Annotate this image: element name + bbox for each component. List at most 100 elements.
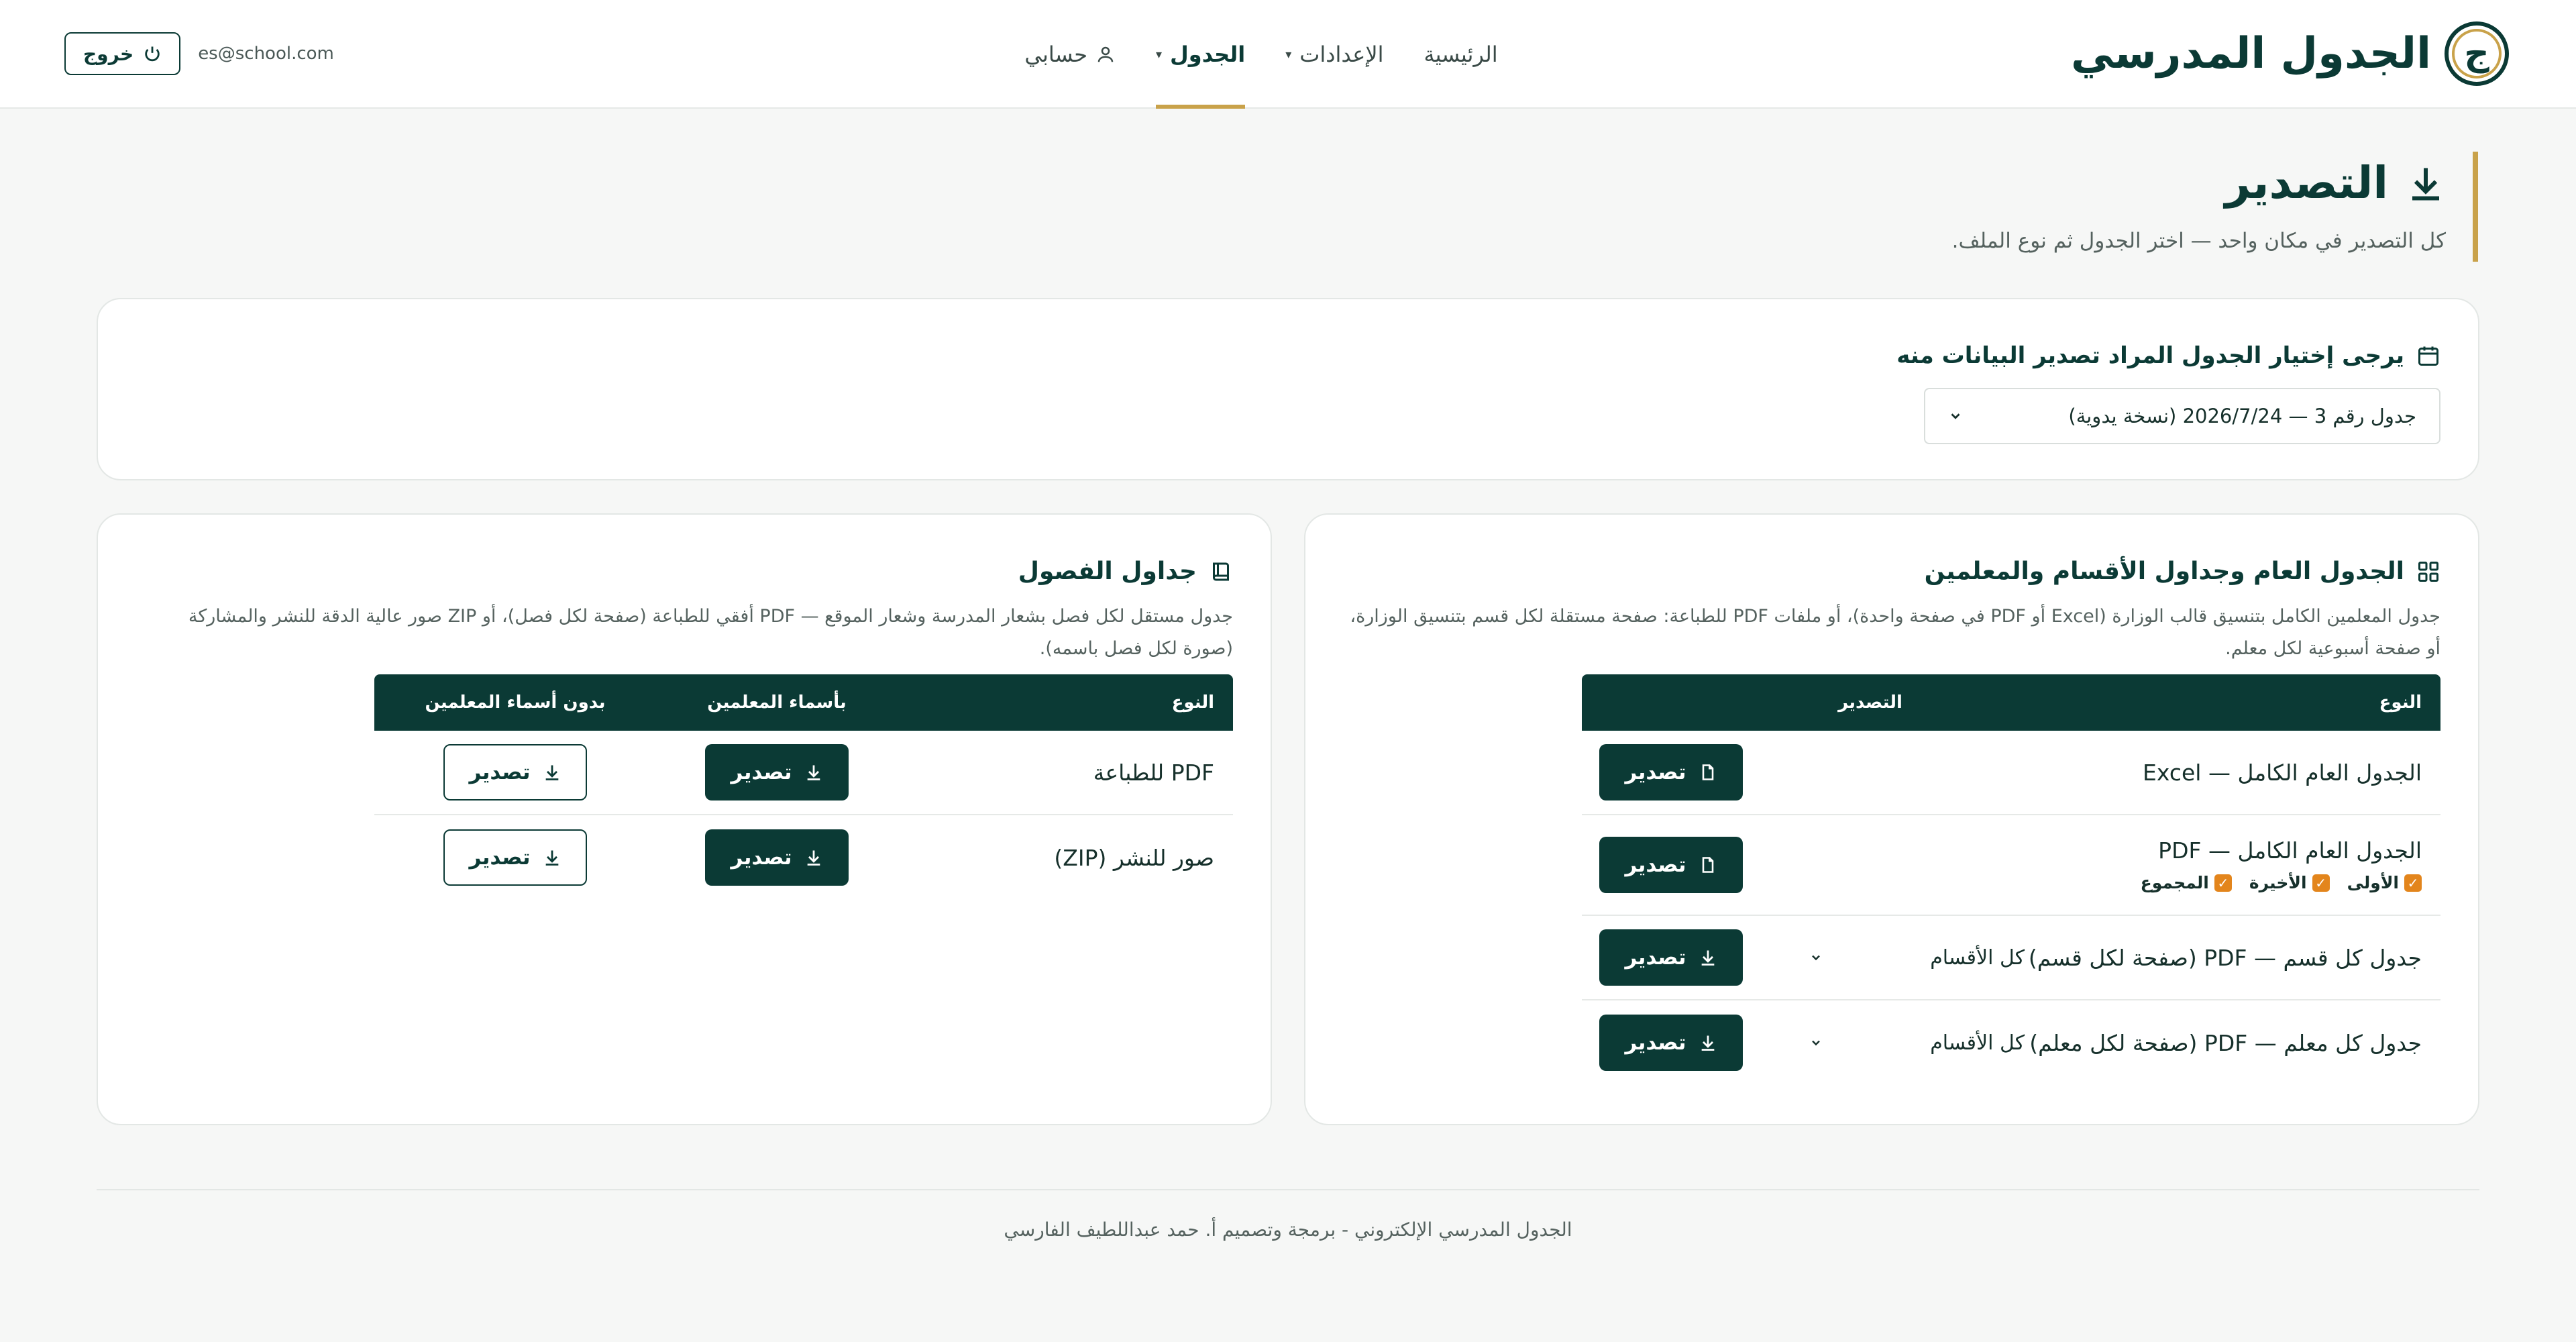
classes-card-title-text: جداول الفصول [1018, 558, 1197, 585]
export-label: تصدير [1625, 945, 1686, 970]
export-pdf-without-teachers-button[interactable]: تصدير [443, 744, 587, 801]
nav-settings-label: الإعدادات [1299, 42, 1384, 67]
row-type: الجدول العام الكامل — Excel [2143, 759, 2422, 786]
classes-export-table: النوع بأسماء المعلمين بدون أسماء المعلمي… [374, 674, 1233, 900]
col-type-header: النوع [1171, 692, 1214, 713]
teacher-filter-value: كل الأقسام [1930, 1031, 2025, 1055]
teacher-filter-select[interactable]: كل الأقسام [1809, 1031, 2025, 1055]
table-row: جدول كل معلم — PDF (صفحة لكل معلم) كل ال… [1582, 1000, 2440, 1085]
section-filter-select[interactable]: كل الأقسام [1809, 946, 2025, 970]
download-icon [2412, 168, 2439, 200]
check-icon: ✓ [2404, 874, 2422, 892]
export-label: تصدير [469, 845, 531, 870]
table-row: صور للنشر (ZIP) تصدير تصدير [374, 815, 1233, 900]
book-icon [1213, 562, 1229, 580]
general-card-description: جدول المعلمين الكامل بتنسيق قالب الوزارة… [1350, 606, 2440, 659]
calendar-icon [2418, 346, 2438, 366]
download-icon [1701, 950, 1714, 966]
page-options: ✓ الأولى ✓ الأخيرة ✓ المجموع [2025, 873, 2422, 892]
export-zip-with-teachers-button[interactable]: تصدير [705, 829, 849, 886]
page-subtitle: كل التصدير في مكان واحد — اختر الجدول ثم… [1951, 229, 2446, 253]
classes-export-card: جداول الفصول جدول مستقل لكل فصل بشعار ال… [97, 513, 1272, 1125]
download-icon [545, 765, 558, 780]
export-label: تصدير [1625, 760, 1686, 784]
power-icon [145, 46, 160, 62]
nav-home-label: الرئيسية [1424, 42, 1498, 67]
chevron-down-icon [1951, 413, 1960, 419]
schedule-select[interactable]: جدول رقم 3 — 2026/7/24 (نسخة يدوية) [1924, 388, 2440, 444]
section-filter-value: كل الأقسام [1930, 945, 2025, 970]
col-without-teachers-header: بدون أسماء المعلمين [425, 692, 606, 713]
export-zip-without-teachers-button[interactable]: تصدير [443, 829, 587, 886]
nav-settings[interactable]: الإعدادات ▾ [1285, 0, 1383, 109]
nav-account-label: حسابي [1024, 42, 1087, 67]
classes-card-description: جدول مستقل لكل فصل بشعار المدرسة وشعار ا… [188, 606, 1233, 659]
nav-account[interactable]: حسابي [1024, 0, 1116, 109]
row-type: PDF للطباعة [1093, 759, 1214, 786]
checkbox-last[interactable]: ✓ الأخيرة [2249, 873, 2330, 892]
page-title: التصدير [1874, 157, 2446, 209]
export-label: تصدير [469, 760, 531, 784]
general-export-table: النوع التصدير الجدول العام الكامل — Exce… [1582, 674, 2440, 1085]
table-header: النوع بأسماء المعلمين بدون أسماء المعلمي… [374, 674, 1233, 731]
footer-credit: الجدول المدرسي الإلكتروني - برمجة وتصميم… [1004, 1219, 1572, 1241]
checkbox-first[interactable]: ✓ الأولى [2347, 873, 2422, 892]
export-teachers-button[interactable]: تصدير [1599, 1015, 1743, 1071]
export-pdf-with-teachers-button[interactable]: تصدير [705, 744, 849, 801]
row-type: جدول كل معلم — PDF (صفحة لكل معلم) [2029, 1029, 2422, 1056]
general-card-title: الجدول العام وجداول الأقسام والمعلمين [1925, 558, 2440, 585]
checkbox-last-label: الأخيرة [2249, 873, 2307, 892]
checkbox-total-label: المجموع [2140, 873, 2209, 892]
schedule-select-card: يرجى إختيار الجدول المراد تصدير البيانات… [97, 298, 2479, 480]
nav-schedule[interactable]: الجدول ▾ [1155, 0, 1246, 109]
user-email: es@school.com [198, 44, 334, 64]
checkbox-first-label: الأولى [2347, 873, 2399, 892]
col-export-header: التصدير [1838, 692, 1902, 713]
caret-down-icon: ▾ [1285, 47, 1292, 62]
download-icon [807, 850, 820, 866]
row-type: صور للنشر (ZIP) [1054, 844, 1214, 871]
export-label: تصدير [731, 845, 792, 870]
main-nav: الرئيسية الإعدادات ▾ الجدول ▾ حسابي [0, 0, 2576, 109]
footer-divider [97, 1189, 2479, 1190]
col-type-header: النوع [2379, 692, 2422, 713]
page-header: التصدير كل التصدير في مكان واحد — اختر ا… [1874, 152, 2478, 262]
general-export-card: الجدول العام وجداول الأقسام والمعلمين جد… [1304, 513, 2479, 1125]
grid-icon [2418, 561, 2438, 582]
table-row: PDF للطباعة تصدير تصدير [374, 731, 1233, 815]
chevron-down-icon [1812, 1040, 1821, 1046]
classes-card-title: جداول الفصول [1018, 558, 1233, 585]
export-pdf-button[interactable]: تصدير [1599, 837, 1743, 893]
schedule-select-value: جدول رقم 3 — 2026/7/24 (نسخة يدوية) [2068, 405, 2416, 427]
table-header: النوع التصدير [1582, 674, 2440, 731]
chevron-down-icon [1812, 955, 1821, 961]
header-user-area: خروج es@school.com [64, 32, 334, 75]
table-row: الجدول العام الكامل — PDF ✓ الأولى ✓ الأخي… [1582, 815, 2440, 916]
table-row: الجدول العام الكامل — Excel تصدير [1582, 731, 2440, 815]
download-icon [1701, 1035, 1714, 1051]
export-excel-button[interactable]: تصدير [1599, 744, 1743, 801]
schedule-select-label-text: يرجى إختيار الجدول المراد تصدير البيانات… [1896, 342, 2404, 369]
checkbox-total[interactable]: ✓ المجموع [2141, 873, 2232, 892]
nav-home[interactable]: الرئيسية [1424, 0, 1497, 109]
logout-button[interactable]: خروج [64, 32, 181, 75]
check-icon: ✓ [2214, 874, 2232, 892]
nav-schedule-label: الجدول [1170, 42, 1246, 67]
export-sections-button[interactable]: تصدير [1599, 929, 1743, 986]
download-icon [545, 850, 558, 866]
file-icon [1702, 857, 1713, 873]
logout-label: خروج [83, 42, 134, 65]
user-icon [1097, 46, 1114, 62]
file-icon [1702, 764, 1713, 780]
schedule-select-label: يرجى إختيار الجدول المراد تصدير البيانات… [1896, 342, 2440, 369]
row-type: جدول كل قسم — PDF (صفحة لكل قسم) [2028, 944, 2422, 971]
check-icon: ✓ [2312, 874, 2330, 892]
col-with-teachers-header: بأسماء المعلمين [707, 692, 847, 713]
caret-down-icon: ▾ [1155, 47, 1163, 62]
page-title-text: التصدير [2224, 157, 2388, 209]
row-type: الجدول العام الكامل — PDF [2158, 837, 2422, 864]
general-card-title-text: الجدول العام وجداول الأقسام والمعلمين [1924, 558, 2404, 585]
download-icon [807, 765, 820, 780]
export-label: تصدير [1625, 1031, 1686, 1055]
top-navbar: ج الجدول المدرسي الرئيسية الإعدادات ▾ ال… [0, 0, 2576, 109]
